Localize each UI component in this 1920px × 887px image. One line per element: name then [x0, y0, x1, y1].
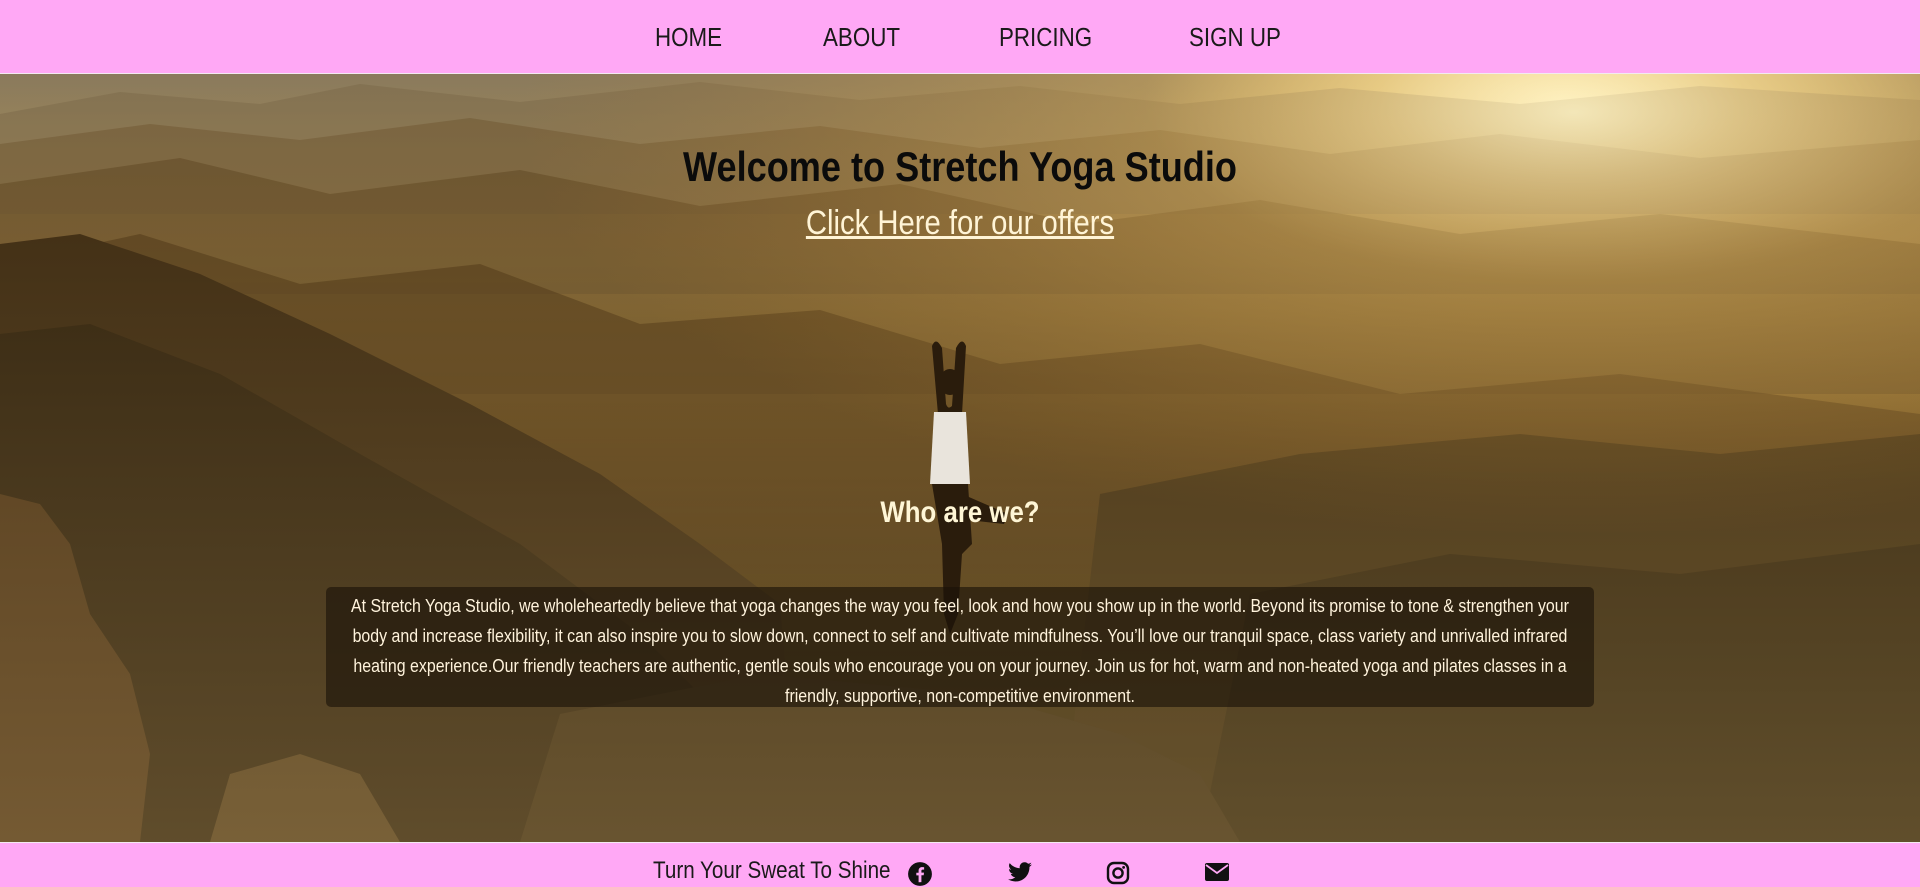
- top-navigation: HOME ABOUT PRICING SIGN UP: [0, 0, 1920, 74]
- twitter-icon[interactable]: [1007, 861, 1033, 887]
- nav-pricing-link[interactable]: PRICING: [999, 22, 1092, 53]
- email-icon[interactable]: [1204, 861, 1230, 887]
- about-heading: Who are we?: [880, 496, 1040, 529]
- facebook-icon[interactable]: [907, 861, 933, 887]
- nav-signup-link[interactable]: SIGN UP: [1189, 22, 1281, 53]
- nav-home-link[interactable]: HOME: [655, 22, 722, 53]
- instagram-icon[interactable]: [1106, 861, 1132, 887]
- hero-title: Welcome to Stretch Yoga Studio: [683, 143, 1237, 190]
- offers-link[interactable]: Click Here for our offers: [806, 204, 1114, 242]
- hero-section: Welcome to Stretch Yoga Studio Click Her…: [0, 74, 1920, 842]
- footer-tagline: Turn Your Sweat To Shine: [653, 857, 891, 884]
- nav-about-link[interactable]: ABOUT: [823, 22, 900, 53]
- about-text: At Stretch Yoga Studio, we wholeheartedl…: [351, 595, 1569, 706]
- about-panel: At Stretch Yoga Studio, we wholeheartedl…: [326, 587, 1594, 707]
- footer: Turn Your Sweat To Shine: [0, 842, 1920, 887]
